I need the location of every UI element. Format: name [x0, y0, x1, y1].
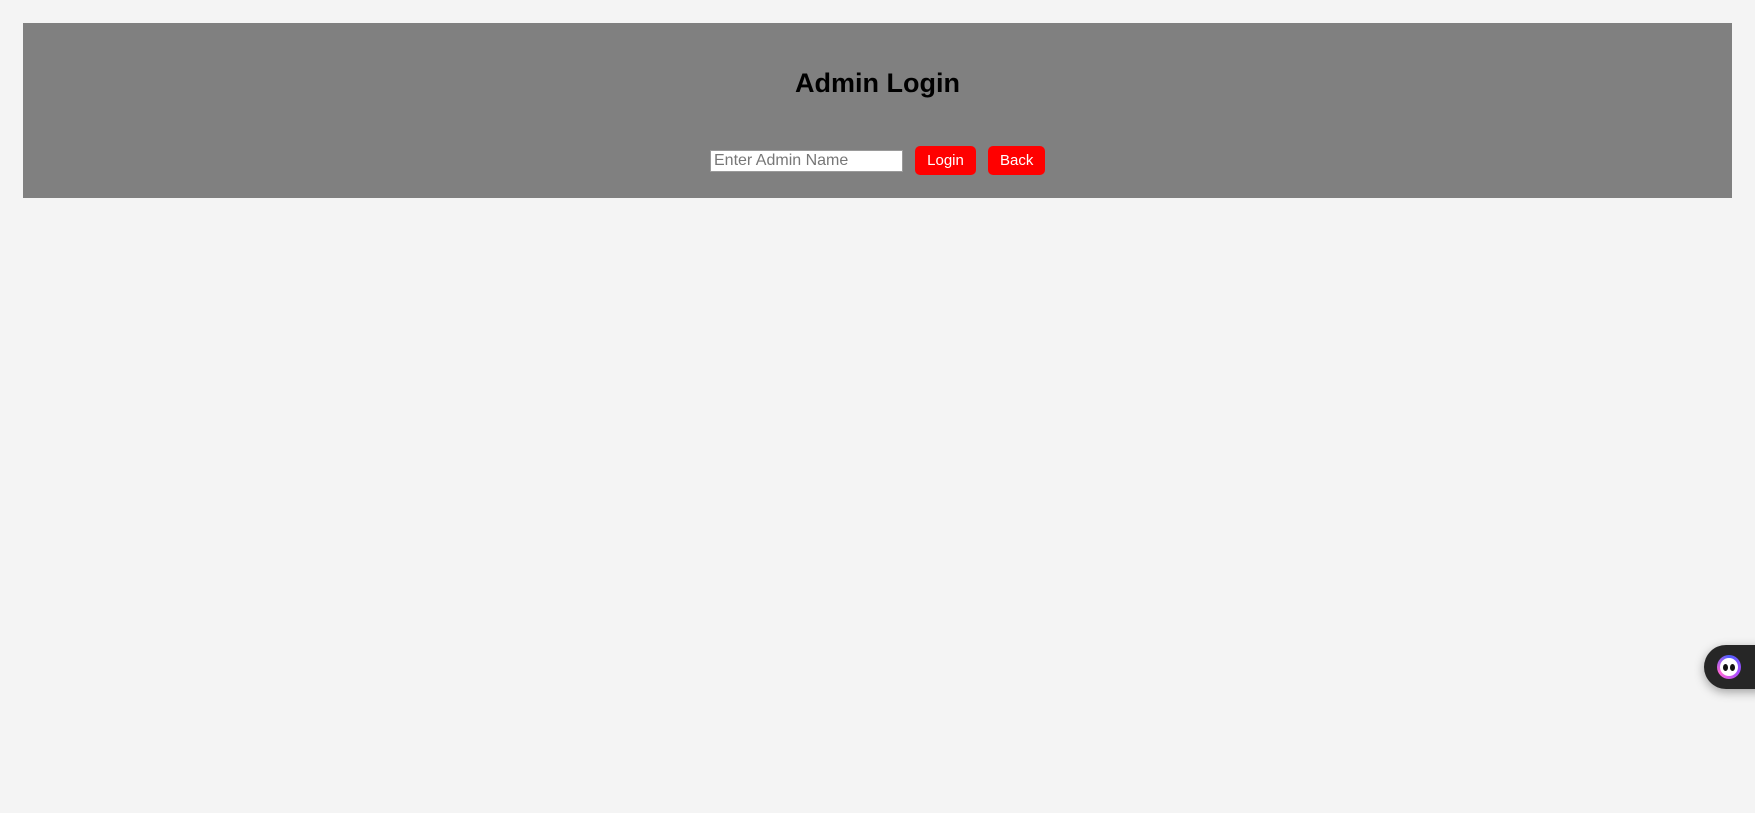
page-title: Admin Login	[795, 68, 960, 98]
back-button[interactable]: Back	[988, 146, 1045, 175]
login-button[interactable]: Login	[915, 146, 976, 175]
admin-name-input[interactable]	[710, 149, 903, 172]
admin-login-panel: Admin Login Login Back	[23, 23, 1732, 198]
assistant-face-icon	[1717, 655, 1741, 679]
right-eye-icon	[1730, 664, 1735, 671]
assistant-widget-button[interactable]	[1704, 645, 1755, 689]
login-form: Login Back	[23, 146, 1732, 175]
left-eye-icon	[1723, 664, 1728, 671]
assistant-face-inner	[1720, 658, 1738, 676]
admin-login-page: Admin Login Login Back	[0, 0, 1755, 813]
